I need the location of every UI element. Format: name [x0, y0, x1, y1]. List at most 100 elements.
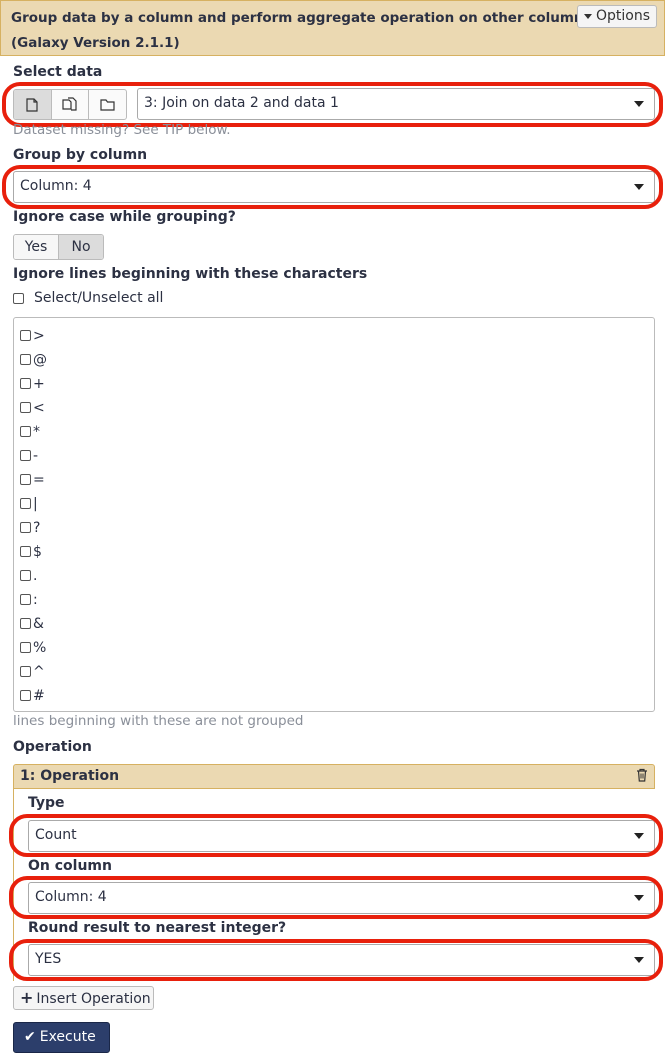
ignore-character-option[interactable]: + [20, 374, 45, 394]
tool-title: Group data by a column and perform aggre… [11, 10, 597, 26]
checkbox-icon [20, 377, 31, 389]
dropdown-caret-icon [634, 895, 644, 901]
ignore-lines-help: lines beginning with these are not group… [13, 713, 304, 729]
group-by-value: Column: 4 [20, 178, 92, 194]
ignore-character-label: @ [33, 352, 47, 368]
ignore-case-yes-button[interactable]: Yes [14, 235, 59, 259]
ignore-characters-list: > @ + < * - = |? $.: &% ^ # [13, 317, 655, 712]
dataset-mode-switch [13, 89, 127, 120]
checkbox-icon [20, 497, 31, 509]
checkmark-icon: ✔ [24, 1029, 36, 1045]
round-value: YES [35, 951, 62, 967]
ignore-character-option[interactable]: > [20, 326, 45, 346]
ignore-character-option[interactable]: < [20, 398, 45, 418]
ignore-character-option[interactable]: - [20, 446, 38, 466]
checkbox-icon [20, 521, 31, 533]
ignore-character-label: | [33, 496, 38, 512]
ignore-character-label: : [33, 592, 38, 608]
ignore-character-option[interactable]: = [20, 470, 45, 490]
checkbox-icon [20, 593, 31, 605]
ignore-character-option[interactable]: : [20, 590, 38, 610]
ignore-character-option[interactable]: $ [20, 542, 42, 562]
checkbox-icon [20, 689, 31, 701]
ignore-character-option[interactable]: . [20, 566, 37, 586]
checkbox-icon [20, 401, 31, 413]
checkbox-icon [13, 292, 24, 304]
type-label: Type [28, 795, 65, 811]
checkbox-icon [20, 353, 31, 365]
group-by-dropdown[interactable]: Column: 4 [13, 171, 655, 203]
select-data-value: 3: Join on data 2 and data 1 [144, 95, 339, 111]
round-label: Round result to nearest integer? [28, 920, 287, 936]
insert-operation-button[interactable]: + Insert Operation [13, 986, 154, 1010]
checkbox-icon [20, 569, 31, 581]
options-label: Options [595, 8, 651, 24]
checkbox-icon [20, 545, 31, 557]
dropdown-caret-icon [634, 957, 644, 963]
select-data-help: Dataset missing? See TIP below. [13, 122, 231, 138]
multiple-datasets-button[interactable] [52, 90, 90, 119]
operation-repeat-title: 1: Operation [20, 768, 120, 784]
dropdown-caret-icon [634, 184, 644, 190]
options-button[interactable]: Options [577, 5, 657, 28]
ignore-character-option[interactable]: # [20, 686, 45, 706]
dataset-collection-icon [100, 99, 115, 111]
ignore-lines-label: Ignore lines beginning with these charac… [13, 266, 368, 282]
select-data-dropdown[interactable]: 3: Join on data 2 and data 1 [137, 88, 655, 120]
single-dataset-icon [26, 97, 38, 112]
ignore-character-label: ? [33, 520, 41, 536]
select-all-checkbox[interactable]: Select/Unselect all [13, 290, 163, 306]
multiple-datasets-icon [62, 96, 77, 111]
dropdown-caret-icon [634, 833, 644, 839]
ignore-character-label: * [33, 424, 40, 440]
on-column-dropdown[interactable]: Column: 4 [28, 882, 655, 914]
dataset-collection-button[interactable] [89, 90, 126, 119]
ignore-character-label: $ [33, 544, 42, 560]
round-dropdown[interactable]: YES [28, 944, 655, 976]
dropdown-caret-icon [634, 101, 644, 107]
ignore-character-label: + [33, 376, 45, 392]
ignore-character-option[interactable]: @ [20, 350, 47, 370]
checkbox-icon [20, 425, 31, 437]
ignore-character-option[interactable]: ? [20, 518, 40, 538]
ignore-character-label: > [33, 328, 45, 344]
ignore-case-no-button[interactable]: No [59, 235, 103, 259]
ignore-character-option[interactable]: * [20, 422, 40, 442]
tool-header: Group data by a column and perform aggre… [0, 0, 665, 56]
ignore-character-option[interactable]: | [20, 494, 38, 514]
checkbox-icon [20, 641, 31, 653]
execute-button[interactable]: ✔ Execute [13, 1022, 110, 1053]
single-dataset-button[interactable] [14, 90, 52, 119]
ignore-character-label: & [33, 616, 44, 632]
caret-down-icon [583, 13, 592, 19]
checkbox-icon [20, 665, 31, 677]
type-dropdown[interactable]: Count [28, 820, 655, 852]
ignore-character-label: % [33, 640, 47, 656]
checkbox-icon [20, 617, 31, 629]
ignore-character-label: < [33, 400, 45, 416]
type-value: Count [35, 827, 77, 843]
on-column-label: On column [28, 858, 112, 874]
insert-operation-label: Insert Operation [36, 991, 151, 1007]
select-all-label: Select/Unselect all [34, 290, 164, 306]
ignore-character-label: ^ [33, 664, 45, 680]
tool-version: (Galaxy Version 2.1.1) [11, 35, 180, 51]
ignore-character-label: # [33, 688, 45, 704]
ignore-character-option[interactable]: ^ [20, 662, 45, 682]
on-column-value: Column: 4 [35, 889, 107, 905]
ignore-character-option[interactable]: & [20, 614, 44, 634]
operation-repeat-header: 1: Operation [13, 764, 655, 789]
ignore-character-label: = [33, 472, 45, 488]
checkbox-icon [20, 473, 31, 485]
ignore-case-toggle: Yes No [13, 234, 104, 260]
ignore-character-label: . [33, 568, 38, 584]
operation-label: Operation [13, 739, 92, 755]
group-by-label: Group by column [13, 147, 148, 163]
plus-icon: + [20, 988, 34, 1007]
ignore-character-label: - [33, 448, 39, 464]
ignore-character-option[interactable]: % [20, 638, 46, 658]
select-data-label: Select data [13, 64, 103, 80]
execute-label: Execute [39, 1029, 96, 1045]
checkbox-icon [20, 449, 31, 461]
trash-icon[interactable] [636, 768, 648, 786]
